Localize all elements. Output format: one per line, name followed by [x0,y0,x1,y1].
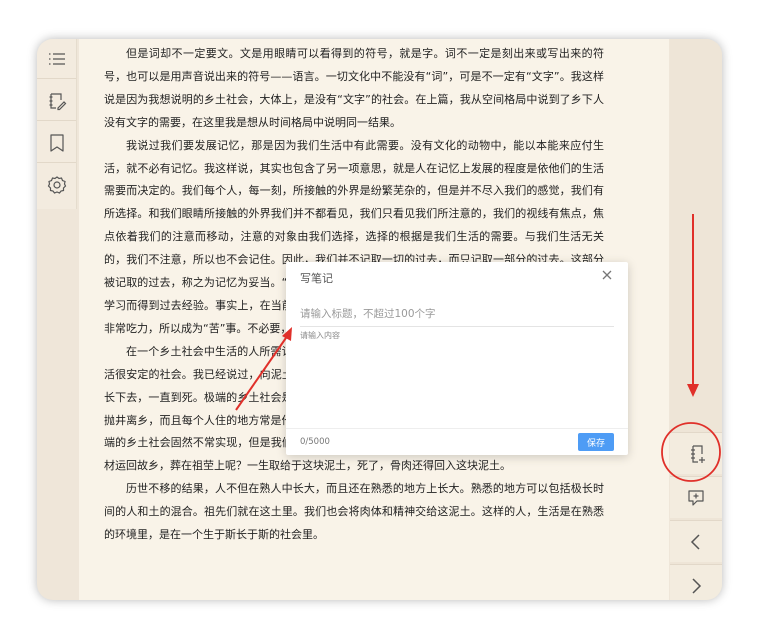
left-toolbar [37,39,77,209]
comment-add-icon [688,489,704,506]
gear-icon [47,176,66,194]
settings-button[interactable] [37,165,76,205]
save-button[interactable]: 保存 [578,433,614,451]
note-edit-icon [49,92,66,110]
chevron-left-icon [690,533,700,550]
toc-button[interactable] [37,39,76,79]
next-page-button[interactable] [670,564,722,600]
chevron-right-icon [692,577,702,594]
dialog-divider [286,428,628,429]
char-counter: 0/5000 [300,437,330,447]
paragraph: 历世不移的结果，人不但在熟人中长大，而且还在熟悉的地方上长大。熟悉的地方可以包括… [104,482,604,542]
note-content-input[interactable] [300,330,614,424]
bookmark-button[interactable] [37,123,76,163]
write-note-dialog: 写笔记 0/5000 保存 [286,262,628,455]
add-comment-button[interactable] [670,476,722,518]
right-toolbar [670,39,722,600]
list-icon [48,52,65,65]
note-add-icon [691,444,705,463]
add-note-button[interactable] [670,432,722,474]
close-icon[interactable] [600,268,614,282]
note-title-input[interactable] [300,302,614,327]
paragraph: 但是词却不一定要文。文是用眼睛可以看得到的符号，就是字。词不一定是刻出来或写出来… [104,47,604,129]
prev-page-button[interactable] [670,520,722,562]
dialog-title: 写笔记 [300,272,333,285]
notes-button[interactable] [37,81,76,121]
bookmark-icon [49,133,64,152]
